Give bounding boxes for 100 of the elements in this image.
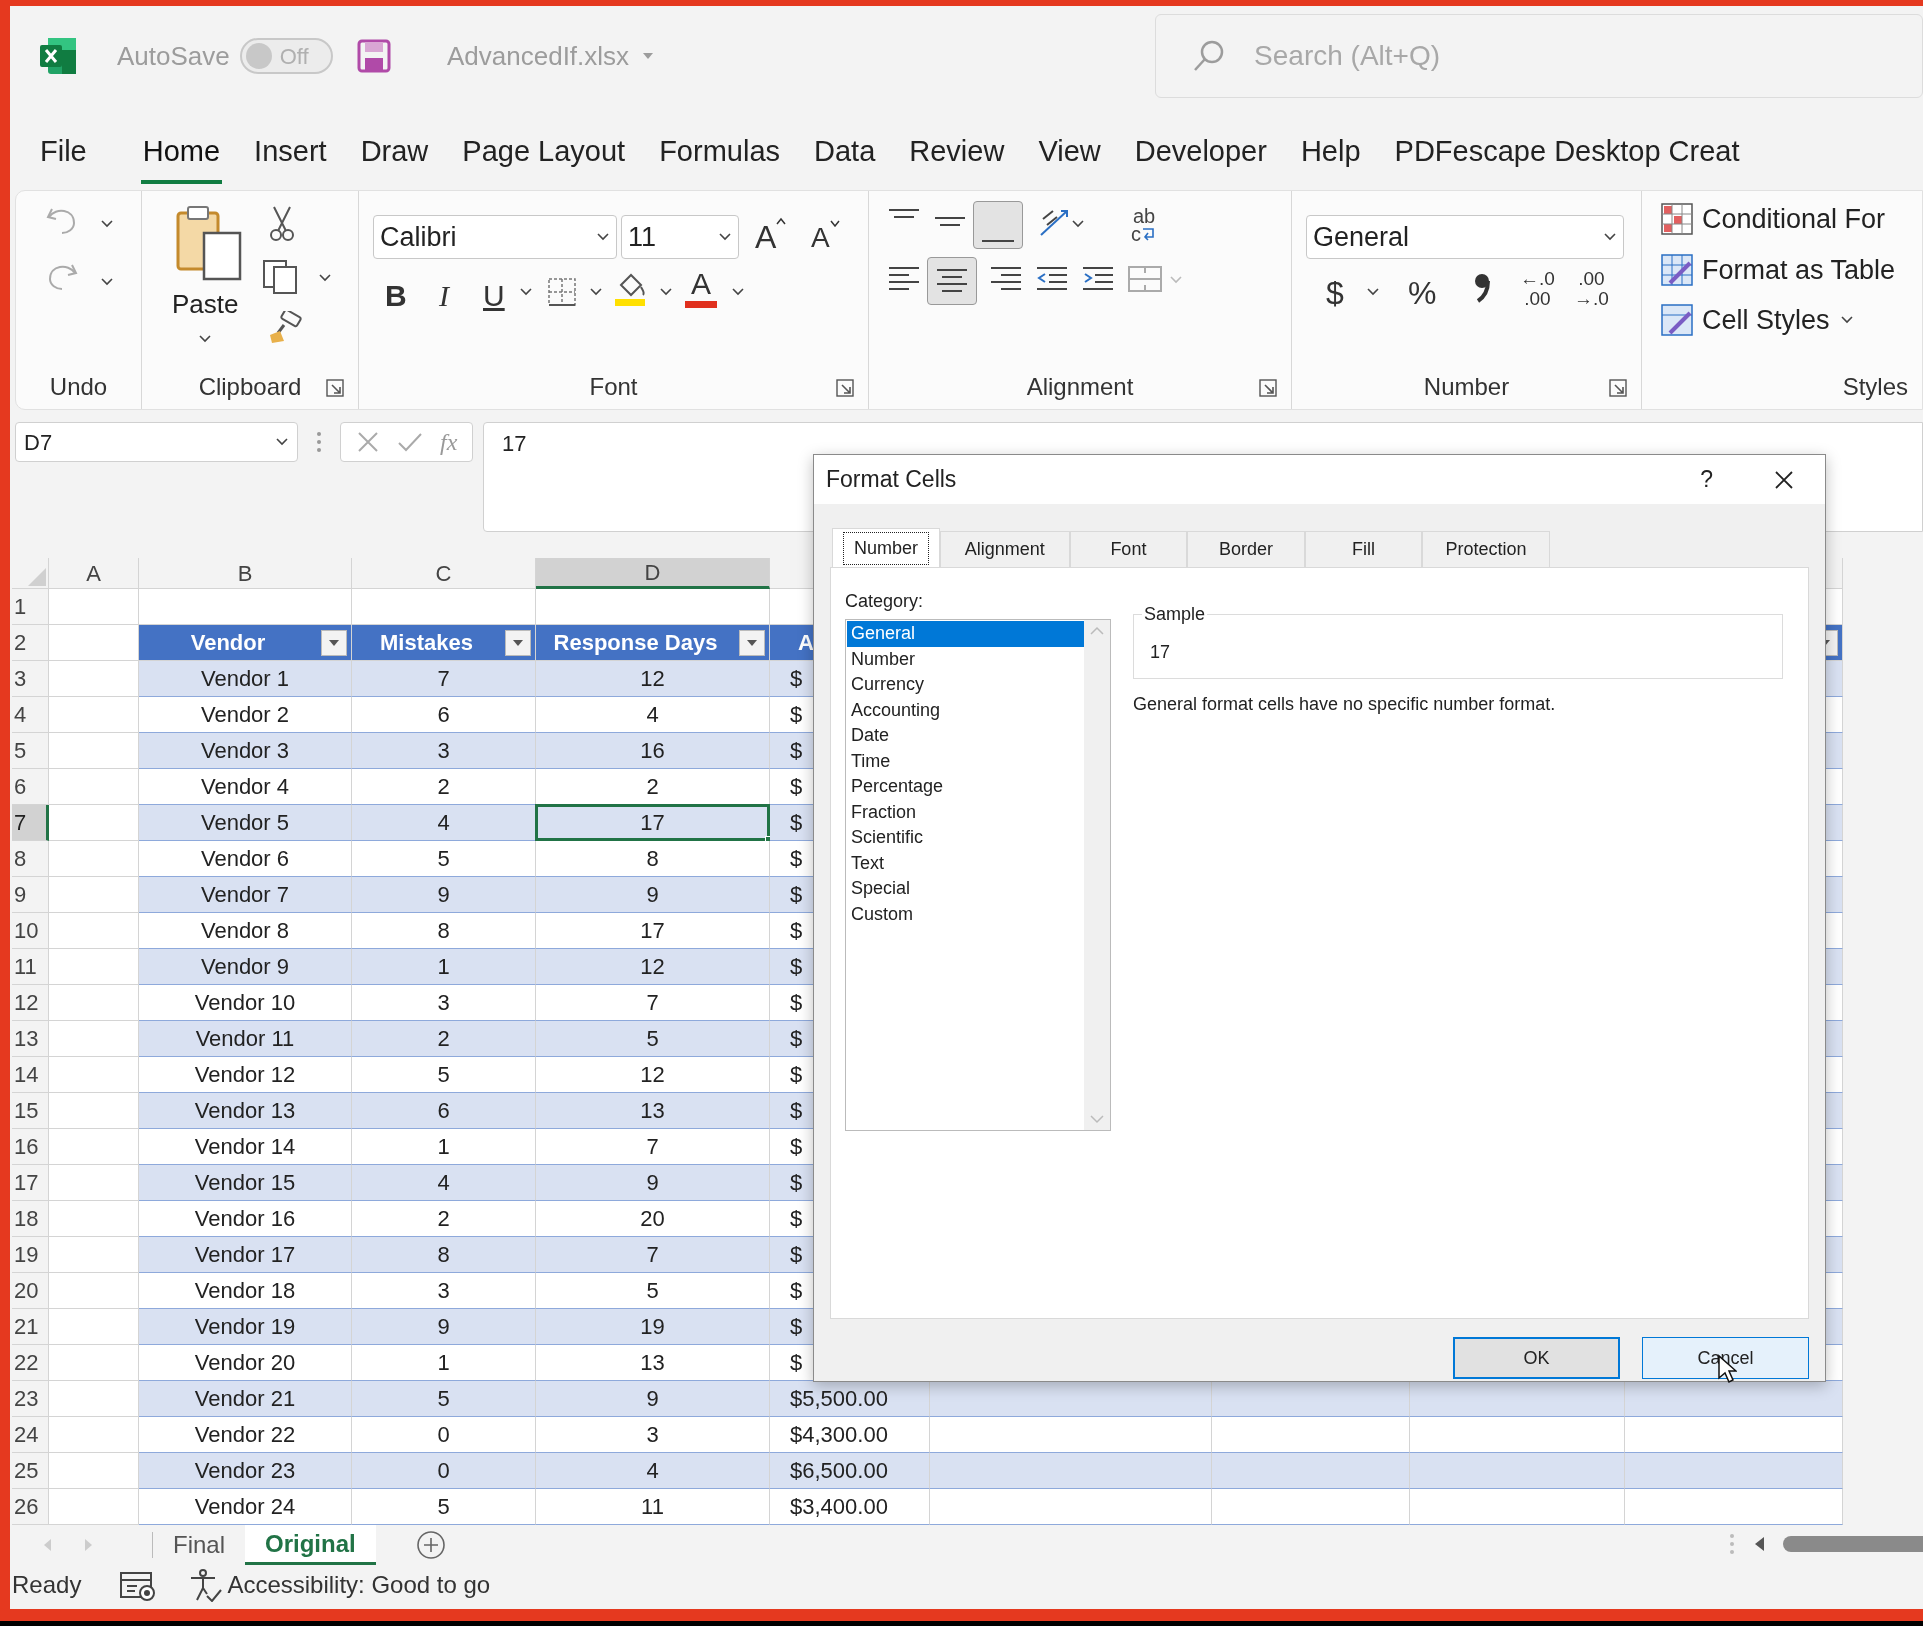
- table-cell[interactable]: 9: [536, 1381, 770, 1417]
- filter-button[interactable]: [739, 630, 765, 656]
- table-cell[interactable]: [49, 589, 139, 625]
- caret-icon[interactable]: [589, 287, 603, 297]
- row-header[interactable]: 24: [12, 1417, 49, 1453]
- table-cell[interactable]: 12: [536, 661, 770, 697]
- dialog-launcher-icon[interactable]: [1259, 379, 1277, 397]
- table-cell[interactable]: 17: [536, 805, 770, 841]
- table-cell[interactable]: [1625, 1381, 1843, 1417]
- table-cell[interactable]: 1: [352, 1129, 536, 1165]
- table-cell[interactable]: Vendor 1: [139, 661, 352, 697]
- italic-button[interactable]: I: [439, 273, 449, 318]
- dialog-tab[interactable]: Protection: [1422, 531, 1550, 567]
- table-cell[interactable]: 3: [352, 985, 536, 1021]
- table-cell[interactable]: 3: [352, 733, 536, 769]
- table-cell[interactable]: 7: [536, 1129, 770, 1165]
- table-cell[interactable]: [1625, 1453, 1843, 1489]
- table-cell[interactable]: 9: [352, 1309, 536, 1345]
- table-header-cell[interactable]: Response Days: [536, 625, 770, 661]
- caret-icon[interactable]: [275, 437, 289, 447]
- table-cell[interactable]: 5: [352, 1381, 536, 1417]
- category-item[interactable]: Currency: [847, 672, 1084, 698]
- dialog-tab[interactable]: Font: [1069, 531, 1188, 567]
- table-cell[interactable]: 0: [352, 1453, 536, 1489]
- dialog-tab[interactable]: Border: [1187, 531, 1305, 567]
- table-cell[interactable]: [930, 1453, 1212, 1489]
- table-cell[interactable]: Vendor 4: [139, 769, 352, 805]
- table-cell[interactable]: 2: [352, 1201, 536, 1237]
- more-options-icon[interactable]: [316, 430, 322, 454]
- styles-button[interactable]: Conditional For: [1660, 199, 1922, 240]
- row-header[interactable]: 8: [12, 841, 49, 877]
- menu-tab[interactable]: Formulas: [657, 130, 782, 184]
- table-cell[interactable]: 8: [352, 1237, 536, 1273]
- table-cell[interactable]: [1410, 1453, 1625, 1489]
- table-cell[interactable]: 17: [536, 913, 770, 949]
- row-header[interactable]: 13: [12, 1021, 49, 1057]
- underline-button[interactable]: U: [483, 273, 505, 318]
- column-header[interactable]: B: [139, 558, 352, 589]
- currency-button[interactable]: $: [1326, 269, 1344, 317]
- caret-icon[interactable]: [100, 219, 114, 229]
- borders-icon[interactable]: [547, 277, 577, 307]
- dialog-tab[interactable]: Alignment: [940, 531, 1070, 567]
- paste-button[interactable]: Paste: [172, 285, 239, 344]
- table-cell[interactable]: Vendor 2: [139, 697, 352, 733]
- category-item[interactable]: General: [847, 621, 1084, 647]
- category-item[interactable]: Percentage: [847, 774, 1084, 800]
- font-size-dropdown[interactable]: 11: [621, 215, 739, 259]
- table-cell[interactable]: 4: [536, 1453, 770, 1489]
- table-cell[interactable]: 13: [536, 1093, 770, 1129]
- caret-icon[interactable]: [731, 287, 745, 297]
- add-sheet-icon[interactable]: [415, 1530, 446, 1560]
- table-cell[interactable]: 9: [536, 877, 770, 913]
- table-cell[interactable]: 1: [352, 1345, 536, 1381]
- table-cell[interactable]: Vendor 12: [139, 1057, 352, 1093]
- table-cell[interactable]: [930, 1417, 1212, 1453]
- wrap-text-button[interactable]: ab c: [1131, 207, 1157, 243]
- dialog-tab[interactable]: Fill: [1304, 531, 1423, 567]
- row-header[interactable]: 17: [12, 1165, 49, 1201]
- table-cell[interactable]: Vendor 6: [139, 841, 352, 877]
- paste-icon[interactable]: [174, 205, 244, 281]
- table-cell[interactable]: Vendor 23: [139, 1453, 352, 1489]
- table-cell[interactable]: 4: [536, 697, 770, 733]
- save-icon[interactable]: [357, 39, 391, 73]
- table-cell[interactable]: 6: [352, 1093, 536, 1129]
- styles-button[interactable]: Format as Table: [1660, 249, 1922, 290]
- row-header[interactable]: 23: [12, 1381, 49, 1417]
- menu-tab[interactable]: Insert: [252, 130, 329, 184]
- filter-button[interactable]: [321, 630, 347, 656]
- table-header-cell[interactable]: Vendor: [139, 625, 352, 661]
- accessibility-status-button[interactable]: Accessibility: Good to go: [187, 1567, 491, 1603]
- table-cell[interactable]: 5: [352, 1057, 536, 1093]
- category-item[interactable]: Time: [847, 748, 1084, 774]
- caret-icon[interactable]: [1366, 287, 1380, 297]
- dialog-launcher-icon[interactable]: [1609, 379, 1627, 397]
- row-header[interactable]: 3: [12, 661, 49, 697]
- horizontal-scrollbar-thumb[interactable]: [1783, 1536, 1923, 1552]
- row-header[interactable]: 11: [12, 949, 49, 985]
- search-field[interactable]: Search (Alt+Q): [1155, 14, 1923, 98]
- macro-recording-icon[interactable]: [119, 1569, 158, 1601]
- caret-icon[interactable]: [198, 334, 213, 344]
- row-header[interactable]: 12: [12, 985, 49, 1021]
- font-color-button[interactable]: A: [685, 269, 717, 308]
- table-cell[interactable]: [1625, 1417, 1843, 1453]
- row-header[interactable]: 7: [12, 805, 49, 841]
- table-cell[interactable]: Vendor 18: [139, 1273, 352, 1309]
- row-header[interactable]: 20: [12, 1273, 49, 1309]
- increase-decimal-button[interactable]: ←.0 .00: [1520, 269, 1555, 309]
- styles-button[interactable]: Cell Styles: [1660, 300, 1922, 341]
- category-item[interactable]: Number: [847, 646, 1084, 672]
- caret-icon[interactable]: [1603, 232, 1617, 242]
- table-cell[interactable]: Vendor 24: [139, 1489, 352, 1525]
- row-header[interactable]: 9: [12, 877, 49, 913]
- table-cell[interactable]: 2: [352, 1021, 536, 1057]
- dialog-launcher-icon[interactable]: [836, 379, 854, 397]
- table-cell[interactable]: [1212, 1489, 1410, 1525]
- column-header[interactable]: A: [49, 558, 139, 589]
- font-name-dropdown[interactable]: Calibri: [373, 215, 617, 259]
- menu-tab[interactable]: Home: [140, 130, 223, 184]
- table-cell[interactable]: 13: [536, 1345, 770, 1381]
- category-item[interactable]: Fraction: [847, 799, 1084, 825]
